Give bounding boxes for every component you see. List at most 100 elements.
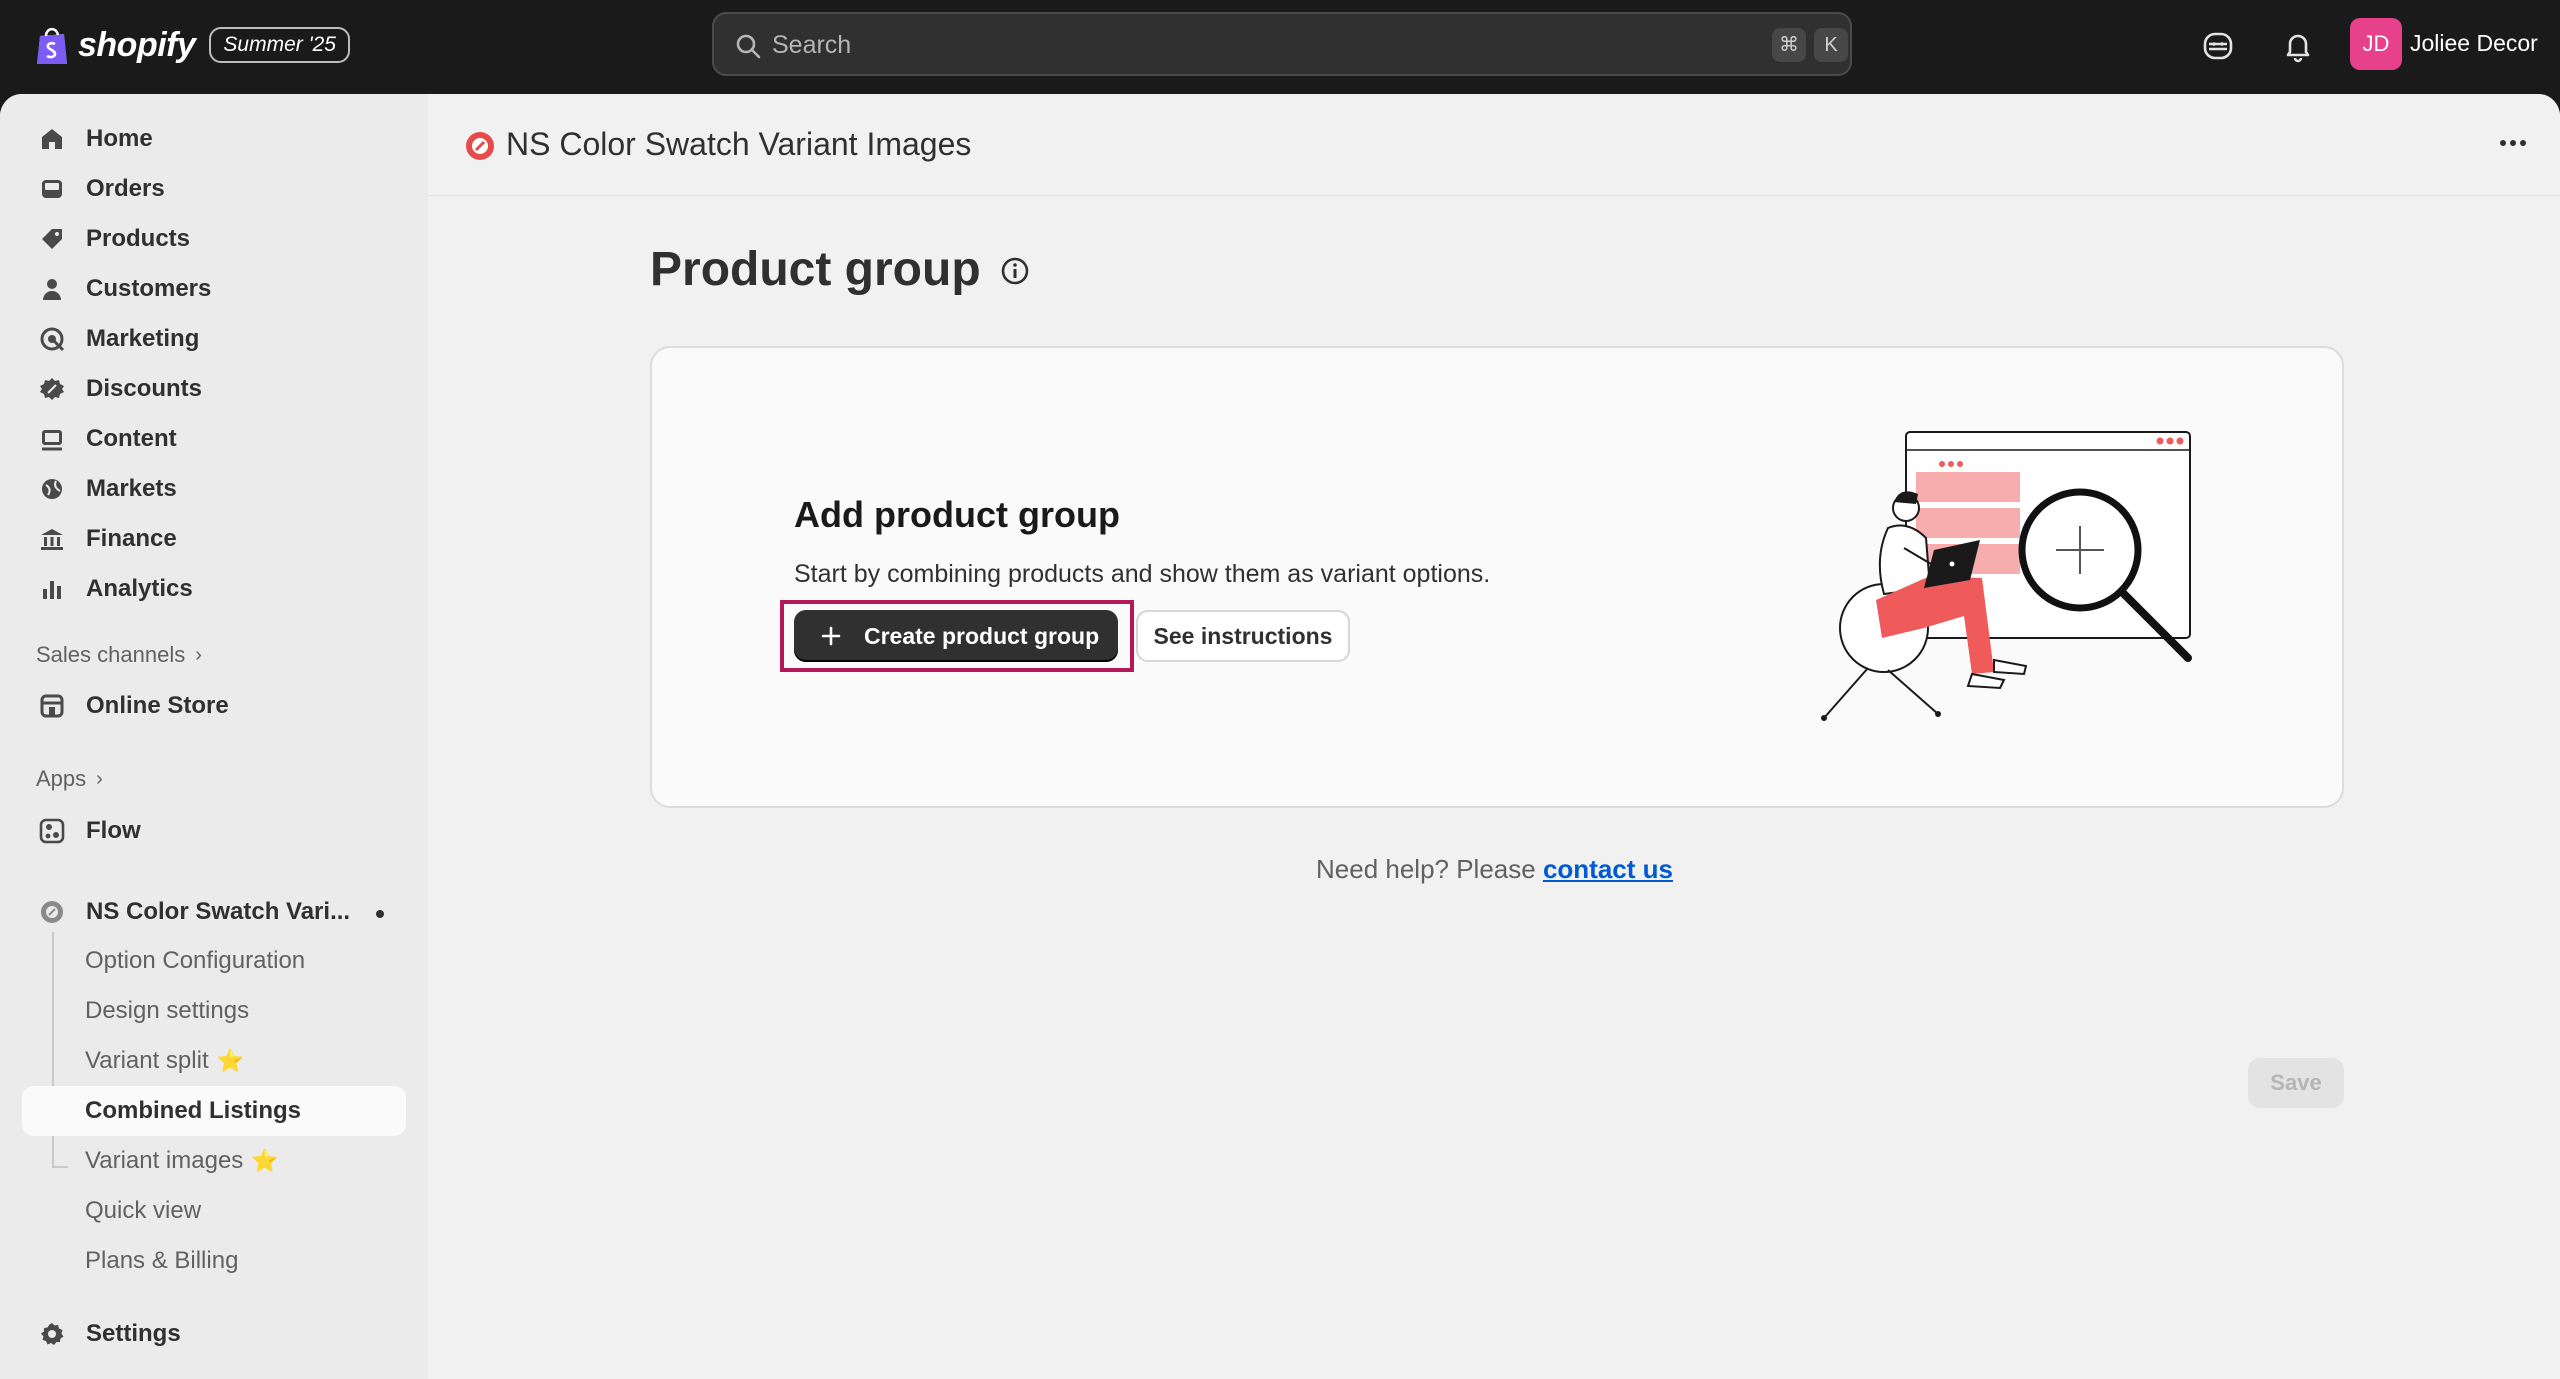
- globe-icon: [42, 479, 62, 499]
- sales-channels-label: Sales channels: [36, 642, 186, 667]
- sidebar-item-products[interactable]: Products: [22, 215, 406, 263]
- info-icon[interactable]: [1000, 256, 1030, 286]
- sidebar-subitem-design-settings[interactable]: Design settings: [22, 986, 406, 1036]
- sales-channels-heading[interactable]: Sales channels ›: [36, 642, 202, 668]
- bank-icon: [41, 529, 63, 550]
- avatar[interactable]: JD: [2350, 18, 2402, 70]
- home-icon: [42, 129, 62, 149]
- sidebar-item-customers[interactable]: Customers: [22, 265, 406, 313]
- create-product-group-button[interactable]: Create product group: [794, 610, 1118, 662]
- top-bar: shopify Summer '25 Search ⌘ K JD Joliee …: [0, 0, 2560, 94]
- sidebar-item-label: Orders: [86, 175, 165, 202]
- discount-icon: [40, 378, 64, 400]
- main-content: NS Color Swatch Variant Images Product g…: [428, 94, 2560, 1379]
- create-product-group-label: Create product group: [864, 622, 1100, 649]
- sidebar-item-content[interactable]: Content: [22, 415, 406, 463]
- sidebar-item-settings[interactable]: Settings: [22, 1310, 406, 1358]
- sidebar-subitem-label: Option Configuration: [85, 947, 306, 974]
- store-name[interactable]: Joliee Decor: [2410, 30, 2538, 57]
- chevron-right-icon: ›: [96, 767, 103, 790]
- sidebar-item-label: Finance: [86, 525, 177, 552]
- sidebar-subitem-label: Design settings: [85, 997, 250, 1024]
- pinned-dot-icon: [376, 910, 384, 918]
- sidebar-item-label: Content: [86, 425, 177, 452]
- sidebar-item-ns-color-swatch[interactable]: NS Color Swatch Vari...: [22, 888, 406, 936]
- contact-us-link[interactable]: contact us: [1543, 854, 1673, 884]
- sidebar-item-label: Settings: [86, 1320, 181, 1347]
- sidebar-subitem-plans-billing[interactable]: Plans & Billing: [22, 1236, 406, 1286]
- sidebar-subitem-label: Variant images: [85, 1147, 244, 1174]
- sidebar-subitem-variant-images[interactable]: Variant images ⭐: [22, 1136, 406, 1186]
- person-icon: [43, 279, 61, 300]
- shortcut-k-key: K: [1814, 28, 1848, 62]
- sidebar: Home Orders Products Customers Marketing…: [0, 94, 428, 1379]
- search-placeholder: Search: [772, 31, 852, 59]
- sidebar-item-finance[interactable]: Finance: [22, 515, 406, 563]
- bar-chart-icon: [43, 581, 61, 599]
- sidebar-item-markets[interactable]: Markets: [22, 465, 406, 513]
- sidebar-item-label: Online Store: [86, 692, 229, 719]
- image-icon: [42, 430, 62, 451]
- card-title: Add product group: [794, 494, 1120, 535]
- sidebar-item-analytics[interactable]: Analytics: [22, 565, 406, 613]
- sidebar-item-discounts[interactable]: Discounts: [22, 365, 406, 413]
- sidebar-subitem-label: Quick view: [85, 1197, 202, 1224]
- help-text: Need help? Please contact us: [1316, 854, 1673, 885]
- brand-wordmark: shopify: [78, 25, 196, 64]
- sidebar-item-label: NS Color Swatch Vari...: [86, 898, 351, 925]
- star-icon: ⭐: [216, 1048, 245, 1073]
- target-icon: [40, 327, 65, 352]
- sidebar-item-label: Analytics: [86, 575, 193, 602]
- app-logo-icon: [466, 132, 494, 160]
- apps-label: Apps: [36, 766, 87, 791]
- sidebar-item-orders[interactable]: Orders: [22, 165, 406, 213]
- sidebar-subitem-label: Variant split: [85, 1047, 209, 1074]
- add-product-group-card: Add product group Start by combining pro…: [650, 346, 2344, 808]
- sidebar-subitem-combined-listings[interactable]: Combined Listings: [22, 1086, 406, 1136]
- sidebar-subitem-label: Combined Listings: [85, 1097, 301, 1124]
- app-title: NS Color Swatch Variant Images: [506, 126, 972, 162]
- sidebar-item-label: Customers: [86, 275, 212, 302]
- sidebar-item-label: Home: [86, 125, 153, 152]
- help-prefix: Need help? Please: [1316, 854, 1543, 884]
- star-icon: ⭐: [251, 1148, 279, 1173]
- sidebar-subitem-quick-view[interactable]: Quick view: [22, 1186, 406, 1236]
- sidebar-item-label: Markets: [86, 475, 177, 502]
- sidebar-item-home[interactable]: Home: [22, 115, 406, 163]
- sidebar-item-label: Marketing: [86, 325, 200, 352]
- sidebar-item-label: Flow: [86, 817, 141, 844]
- sidebar-item-online-store[interactable]: Online Store: [22, 682, 406, 730]
- sidebar-subitem-option-configuration[interactable]: Option Configuration: [22, 936, 406, 986]
- shortcut-cmd-key: ⌘: [1772, 28, 1806, 62]
- bell-icon[interactable]: [2280, 28, 2316, 64]
- inbox-icon: [42, 180, 62, 198]
- sidebar-item-marketing[interactable]: Marketing: [22, 315, 406, 363]
- shopping-bag-icon: [37, 27, 67, 64]
- more-horizontal-icon[interactable]: [2498, 138, 2528, 148]
- page-title: Product group: [650, 243, 981, 296]
- chevron-right-icon: ›: [195, 643, 202, 666]
- admin-shell: Home Orders Products Customers Marketing…: [0, 94, 2560, 1379]
- storefront-icon: [40, 694, 64, 718]
- search-icon: [736, 34, 761, 59]
- flow-icon: [39, 818, 65, 844]
- sidebar-subitem-label: Plans & Billing: [85, 1247, 239, 1274]
- save-button[interactable]: Save: [2248, 1058, 2344, 1108]
- sidebar-item-label: Discounts: [86, 375, 203, 402]
- plus-icon: [821, 626, 841, 646]
- app-header: NS Color Swatch Variant Images: [428, 94, 2560, 196]
- gear-icon: [41, 1323, 64, 1345]
- card-description: Start by combining products and show the…: [794, 560, 1491, 588]
- shopify-logo[interactable]: shopify Summer '25: [34, 22, 350, 68]
- swatch-app-icon: [41, 901, 63, 923]
- sidekick-icon[interactable]: [2200, 28, 2236, 64]
- see-instructions-button[interactable]: See instructions: [1136, 610, 1350, 662]
- sidebar-subitem-variant-split[interactable]: Variant split ⭐: [22, 1036, 406, 1086]
- sidebar-item-flow[interactable]: Flow: [22, 807, 406, 855]
- tag-icon: [42, 229, 62, 249]
- edition-badge[interactable]: Summer '25: [209, 27, 350, 63]
- search-input[interactable]: Search ⌘ K: [712, 12, 1852, 76]
- person-with-laptop-illustration: [1821, 431, 2192, 721]
- sidebar-item-label: Products: [86, 225, 191, 252]
- apps-heading[interactable]: Apps ›: [36, 766, 103, 792]
